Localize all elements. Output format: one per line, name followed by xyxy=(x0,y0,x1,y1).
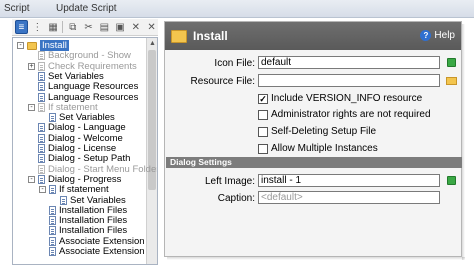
panel-header: Install ? Help xyxy=(165,22,461,50)
script-tab-strip: Script Update Script xyxy=(0,0,474,18)
script-action-icon xyxy=(38,92,45,102)
tab-script[interactable]: Script xyxy=(4,3,30,14)
script-action-icon xyxy=(38,61,45,71)
tree-view-button[interactable]: ⋮ xyxy=(31,20,44,34)
collapse-icon[interactable]: - xyxy=(17,42,24,49)
checkbox-box[interactable]: ✓ xyxy=(258,93,268,104)
script-action-icon xyxy=(38,82,45,92)
script-action-icon xyxy=(38,133,45,143)
app-window: Script Update Script ≡ ⋮ ▦ ⧉ ✂ ▤ ▣ ✕ ✕ ▲… xyxy=(0,0,474,271)
script-action-icon xyxy=(60,195,67,205)
left-image-field[interactable]: install - 1 xyxy=(258,174,440,187)
properties-panel: Install ? Help Icon File: default Resour… xyxy=(164,21,462,257)
tab-update-script[interactable]: Update Script xyxy=(56,3,117,14)
checkbox-self-deleting[interactable]: Self-Deleting Setup File xyxy=(258,126,376,137)
paste-icon[interactable]: ▤ xyxy=(98,20,111,34)
script-action-icon xyxy=(38,174,45,184)
script-action-icon xyxy=(38,144,45,153)
checkbox-label: Include VERSION_INFO resource xyxy=(271,93,423,104)
list-view-button[interactable]: ≡ xyxy=(15,20,28,34)
green-arrow-icon xyxy=(447,58,456,67)
checkbox-box[interactable] xyxy=(258,143,268,154)
duplicate-icon[interactable]: ▣ xyxy=(114,20,127,34)
help-link[interactable]: ? Help xyxy=(420,30,455,41)
open-folder-icon xyxy=(446,76,457,85)
script-action-icon xyxy=(38,102,45,112)
folder-icon xyxy=(171,29,187,43)
caption-field[interactable]: <default> xyxy=(258,191,440,204)
checkbox-label: Allow Multiple Instances xyxy=(271,143,378,154)
left-image-label: Left Image: xyxy=(204,176,255,187)
folder-icon xyxy=(27,41,37,50)
left-image-pick-button[interactable] xyxy=(445,174,458,187)
script-action-icon xyxy=(38,71,45,81)
checkbox-include-version-info[interactable]: ✓ Include VERSION_INFO resource xyxy=(258,93,422,104)
checkbox-label: Self-Deleting Setup File xyxy=(271,126,377,137)
copy-icon[interactable]: ⧉ xyxy=(66,20,79,34)
caption-label: Caption: xyxy=(217,193,255,204)
script-tree[interactable]: ▲ - Install Background - Show + Check Requir… xyxy=(12,37,158,265)
script-action-icon xyxy=(49,247,56,256)
resource-file-field[interactable] xyxy=(258,74,440,87)
resource-file-label: Resource File: xyxy=(190,76,255,87)
collapse-icon[interactable]: - xyxy=(28,175,35,183)
collapse-icon[interactable]: - xyxy=(28,103,35,111)
checkbox-label: Administrator rights are not required xyxy=(271,109,431,120)
collapse-icon[interactable]: - xyxy=(39,186,46,194)
panel-title: Install xyxy=(193,29,228,43)
checkbox-box[interactable] xyxy=(258,126,268,137)
green-arrow-icon xyxy=(447,176,456,185)
resource-file-browse-button[interactable] xyxy=(445,74,458,87)
checkbox-allow-multiple[interactable]: Allow Multiple Instances xyxy=(258,143,378,154)
script-action-icon xyxy=(49,185,56,195)
checkbox-box[interactable] xyxy=(258,109,268,120)
grid-icon[interactable]: ▦ xyxy=(47,20,60,34)
delete-icon[interactable]: ✕ xyxy=(129,20,142,34)
tree-item[interactable]: Associate Extension xyxy=(39,246,145,257)
panel-shadow xyxy=(462,24,465,260)
panel-shadow xyxy=(167,257,465,260)
toolbar-divider xyxy=(62,21,64,33)
cut-icon[interactable]: ✂ xyxy=(82,20,95,34)
script-action-icon xyxy=(49,236,56,246)
dialog-settings-header: Dialog Settings xyxy=(166,157,462,168)
script-action-icon xyxy=(49,226,56,236)
icon-file-field[interactable]: default xyxy=(258,56,440,69)
script-action-icon xyxy=(49,205,56,215)
icon-file-label: Icon File: xyxy=(214,58,255,69)
script-action-icon xyxy=(38,123,45,133)
help-label: Help xyxy=(434,30,455,41)
script-action-icon xyxy=(38,154,45,164)
help-icon: ? xyxy=(420,30,432,41)
checkbox-admin-not-required[interactable]: Administrator rights are not required xyxy=(258,109,431,120)
tree-toolbar: ≡ ⋮ ▦ ⧉ ✂ ▤ ▣ ✕ ✕ xyxy=(12,19,158,36)
remove-icon[interactable]: ✕ xyxy=(145,20,158,34)
script-action-icon xyxy=(38,164,45,174)
expand-icon[interactable]: + xyxy=(28,62,35,70)
tree-scrollbar[interactable]: ▲ xyxy=(146,38,157,264)
script-action-icon xyxy=(38,51,45,61)
scroll-up-icon[interactable]: ▲ xyxy=(148,39,157,48)
script-action-icon xyxy=(49,113,56,123)
icon-file-pick-button[interactable] xyxy=(445,56,458,69)
tree-item-label: Associate Extension xyxy=(59,246,145,257)
script-action-icon xyxy=(49,216,56,226)
